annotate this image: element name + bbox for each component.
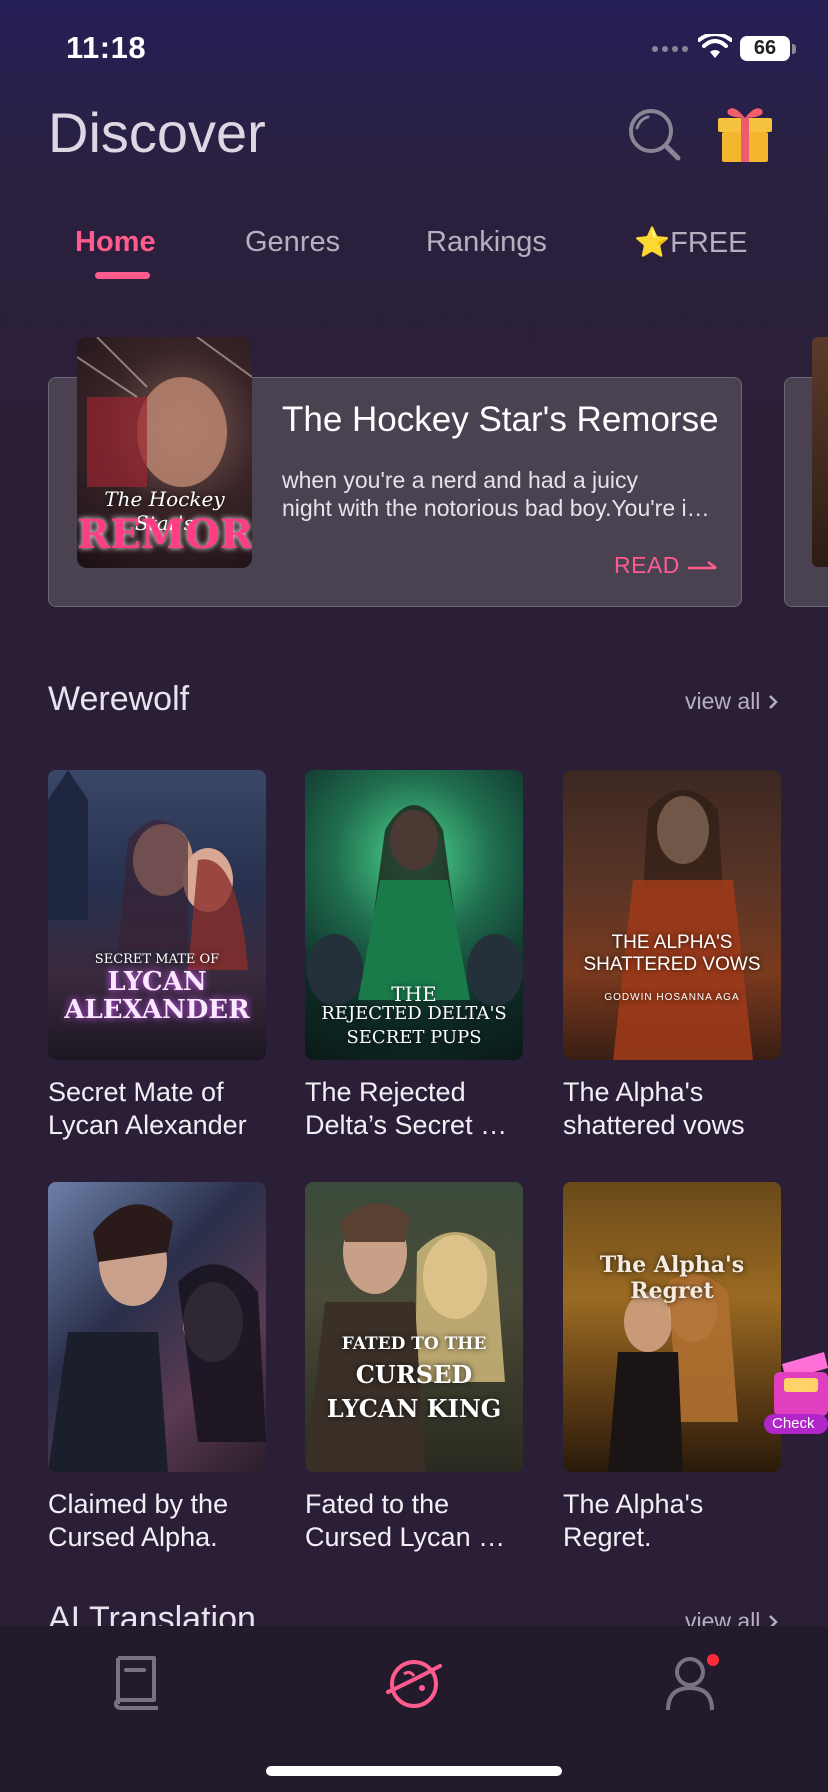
featured-description-line2: night with the notorious bad boy.You're … xyxy=(282,495,712,521)
book-card[interactable]: Claimed by the Cursed Alpha. xyxy=(48,1182,266,1554)
book-cover[interactable] xyxy=(48,1182,266,1472)
featured-book-cover[interactable]: The Hockey Star's REMORSE xyxy=(77,337,252,568)
book-card[interactable]: THE REJECTED DELTA'S SECRET PUPS The Rej… xyxy=(305,770,523,1142)
read-button[interactable]: READ xyxy=(614,552,718,579)
battery-icon: 66 xyxy=(740,36,790,61)
book-card[interactable]: The Alpha's Regret The Alpha's Regret. xyxy=(563,1182,781,1554)
discover-icon[interactable] xyxy=(384,1652,444,1712)
book-cover-art xyxy=(613,790,753,1060)
cover-big-text: LYCAN ALEXANDER xyxy=(64,967,250,1025)
tab-home[interactable]: Home xyxy=(75,226,156,259)
tab-rankings[interactable]: Rankings xyxy=(426,226,547,259)
library-icon[interactable] xyxy=(108,1652,168,1712)
book-cover[interactable]: THE REJECTED DELTA'S SECRET PUPS xyxy=(305,770,523,1060)
wifi-icon xyxy=(698,34,732,58)
book-title-line1: The Alpha's xyxy=(563,1077,704,1107)
book-title[interactable]: Claimed by the Cursed Alpha. xyxy=(48,1488,266,1554)
book-title-line2: Lycan Alexander xyxy=(48,1110,247,1140)
profile-icon[interactable] xyxy=(660,1652,720,1712)
search-icon[interactable] xyxy=(626,106,684,164)
book-cover[interactable]: SECRET MATE OF LYCAN ALEXANDER xyxy=(48,770,266,1060)
book-cover-art xyxy=(305,1203,505,1472)
book-title-line2: Cursed Lycan King xyxy=(305,1522,523,1552)
view-all-link[interactable]: view all xyxy=(685,688,779,715)
cover-small-text: THE ALPHA'S SHATTERED VOWS xyxy=(583,932,761,975)
featured-title[interactable]: The Hockey Star's Remorse xyxy=(282,400,722,440)
chevron-right-icon xyxy=(769,694,779,709)
read-label: READ xyxy=(614,552,680,578)
book-card[interactable]: SECRET MATE OF LYCAN ALEXANDER Secret Ma… xyxy=(48,770,266,1142)
next-book-cover xyxy=(812,337,828,567)
home-indicator xyxy=(266,1766,562,1776)
book-title[interactable]: The Alpha's Regret. xyxy=(563,1488,781,1554)
notification-dot xyxy=(707,1654,719,1666)
tab-free[interactable]: ⭐FREE xyxy=(634,226,747,260)
book-title-line2: shattered vows xyxy=(563,1110,745,1140)
cover-small-text: SECRET MATE OF xyxy=(94,952,220,967)
book-card[interactable]: FATED TO THE CURSED LYCAN KING Fated to … xyxy=(305,1182,523,1554)
cover-big-text: CURSED LYCAN KING xyxy=(326,1360,502,1423)
book-title-line1: Secret Mate of xyxy=(48,1077,224,1107)
book-title-line1: The Rejected xyxy=(305,1077,466,1107)
book-title-line1: The Alpha's xyxy=(563,1489,704,1519)
featured-cover-line2: REMORSE xyxy=(77,511,252,558)
book-title-line2: Delta’s Secret Pups xyxy=(305,1110,523,1140)
book-card[interactable]: THE ALPHA'S SHATTERED VOWS GODWIN HOSANN… xyxy=(563,770,781,1142)
tab-active-indicator xyxy=(95,272,150,279)
battery-nub xyxy=(792,44,796,54)
book-title-line2: Cursed Alpha. xyxy=(48,1522,218,1552)
book-cover-art xyxy=(608,1274,738,1472)
signal-icon xyxy=(652,46,688,52)
book-title[interactable]: The Rejected Delta’s Secret Pups xyxy=(305,1076,523,1142)
cover-big-text: GODWIN HOSANNA AGA xyxy=(604,992,740,1003)
book-title-line1: Claimed by the xyxy=(48,1489,229,1519)
book-cover[interactable]: The Alpha's Regret xyxy=(563,1182,781,1472)
section-title: Werewolf xyxy=(48,680,190,718)
book-title[interactable]: The Alpha's shattered vows xyxy=(563,1076,781,1142)
book-title[interactable]: Secret Mate of Lycan Alexander xyxy=(48,1076,266,1142)
book-title-line1: Fated to the xyxy=(305,1489,450,1519)
check-in-label: Check xyxy=(772,1415,815,1432)
gift-icon[interactable] xyxy=(716,104,774,164)
book-title[interactable]: Fated to the Cursed Lycan King xyxy=(305,1488,523,1554)
status-time: 11:18 xyxy=(66,30,147,65)
view-all-label: view all xyxy=(685,688,761,714)
book-cover-art xyxy=(48,1204,266,1472)
arrow-right-icon xyxy=(687,560,717,569)
check-in-widget[interactable]: Check xyxy=(764,1342,828,1434)
book-title-line2: Regret. xyxy=(563,1522,652,1552)
cover-big-text: REJECTED DELTA'S SECRET PUPS xyxy=(321,1003,507,1048)
book-cover[interactable]: FATED TO THE CURSED LYCAN KING xyxy=(305,1182,523,1472)
tab-genres[interactable]: Genres xyxy=(245,226,340,259)
book-cover[interactable]: THE ALPHA'S SHATTERED VOWS GODWIN HOSANN… xyxy=(563,770,781,1060)
featured-description: when you're a nerd and had a juicy night… xyxy=(282,466,712,522)
page-title: Discover xyxy=(48,101,266,164)
cover-small-text: The Alpha's Regret xyxy=(599,1252,745,1304)
cover-small-text: FATED TO THE xyxy=(341,1334,487,1354)
featured-description-line1: when you're a nerd and had a juicy xyxy=(282,467,639,493)
